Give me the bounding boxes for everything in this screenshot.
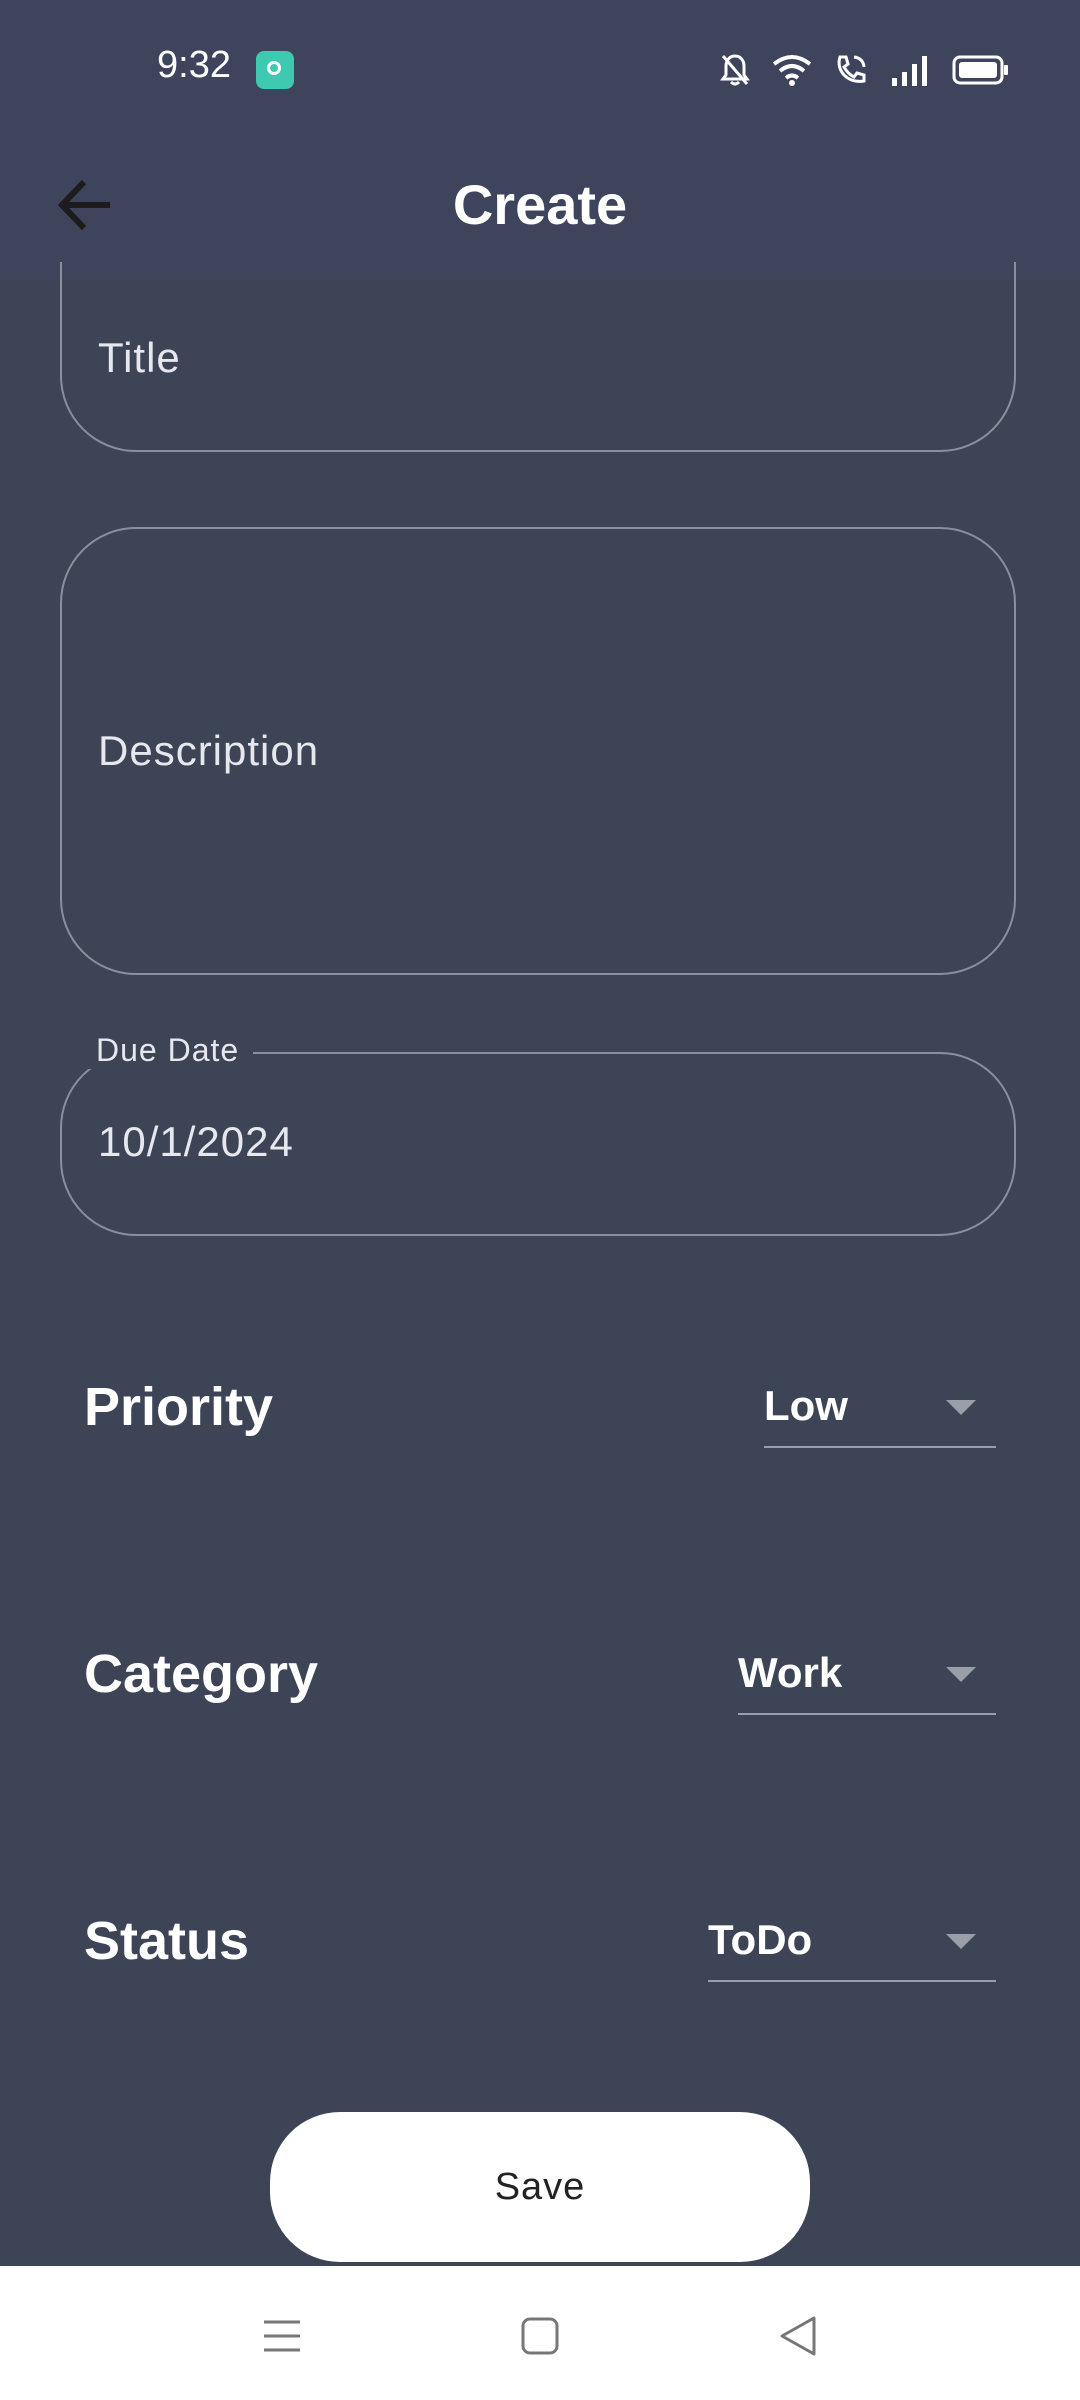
category-label: Category [84, 1644, 319, 1704]
system-nav-bar [0, 2266, 1080, 2400]
priority-value: Low [764, 1382, 848, 1429]
wifi-icon [772, 55, 812, 86]
app-bar: Create [0, 130, 1080, 280]
status-dropdown[interactable]: ToDo [708, 1910, 996, 1982]
status-icons [720, 50, 1010, 90]
app-notification-icon [256, 51, 294, 89]
battery-icon [952, 55, 1008, 85]
due-date-value: 10/1/2024 [98, 1118, 294, 1165]
category-dropdown[interactable]: Work [738, 1643, 996, 1715]
priority-label: Priority [84, 1377, 274, 1437]
priority-dropdown[interactable]: Low [764, 1376, 996, 1448]
title-placeholder: Title [98, 334, 181, 381]
due-date-field[interactable]: Due Date 10/1/2024 [60, 1032, 1016, 1236]
save-button[interactable]: Save [270, 2112, 810, 2262]
wifi-calling-icon [837, 55, 866, 83]
title-field[interactable]: Title [60, 262, 1016, 452]
description-field[interactable]: Description [60, 527, 1016, 975]
category-value: Work [738, 1649, 843, 1696]
chevron-down-icon [946, 1400, 976, 1415]
chevron-down-icon [946, 1667, 976, 1682]
status-time: 9:32 [157, 44, 231, 86]
page-title: Create [452, 173, 628, 236]
home-square-icon[interactable] [510, 2306, 570, 2366]
back-triangle-icon[interactable] [768, 2306, 828, 2366]
status-label: Status [84, 1911, 250, 1971]
due-date-label: Due Date [82, 1032, 254, 1069]
status-bar: 9:32 [0, 0, 1080, 130]
signal-icon [892, 56, 927, 86]
menu-icon[interactable] [252, 2306, 312, 2366]
description-placeholder: Description [98, 727, 320, 774]
bell-muted-icon [720, 54, 750, 86]
chevron-down-icon [946, 1934, 976, 1949]
status-value: ToDo [708, 1916, 813, 1963]
